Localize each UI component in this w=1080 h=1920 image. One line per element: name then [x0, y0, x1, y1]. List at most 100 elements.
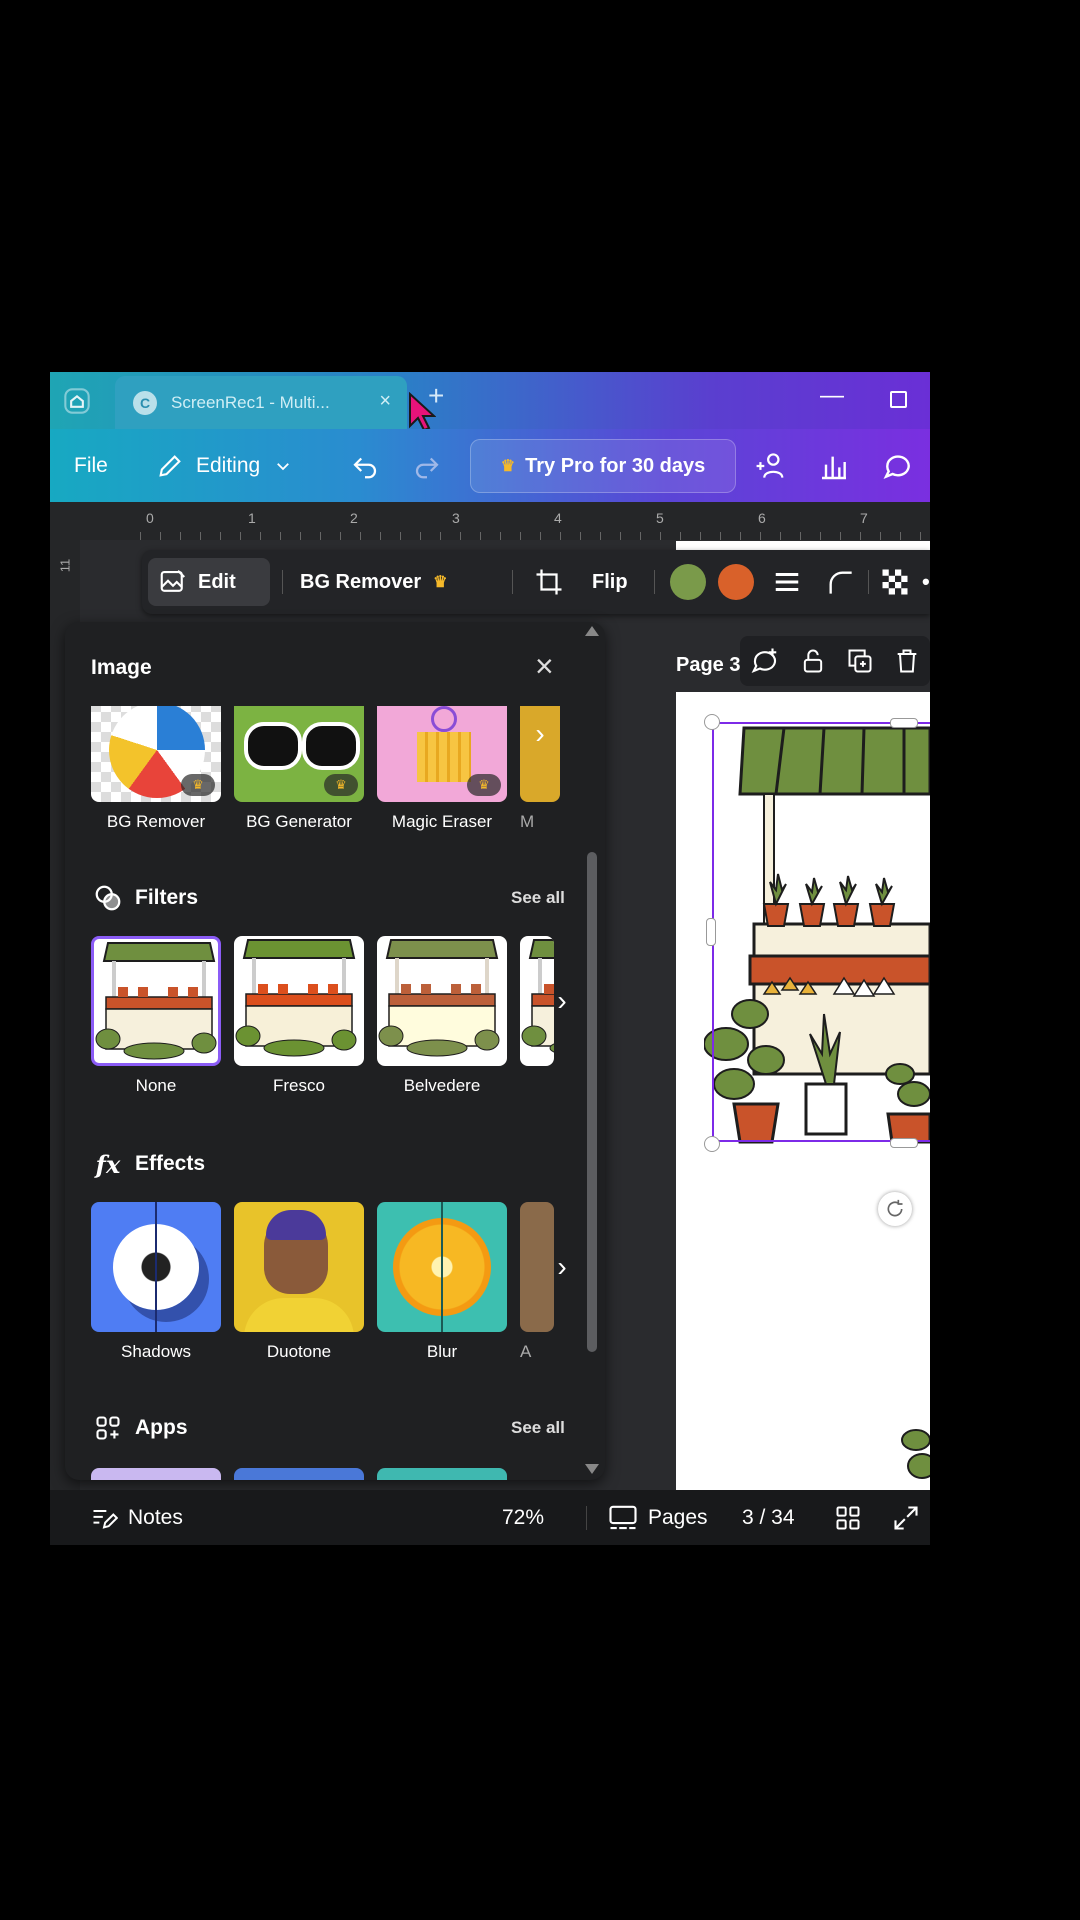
insights-button[interactable]	[818, 429, 850, 502]
people-plus-icon	[756, 452, 784, 478]
edit-image-icon	[160, 569, 186, 592]
editing-menu[interactable]: Editing	[156, 429, 292, 502]
file-menu[interactable]: File	[74, 429, 108, 502]
app-thumb-partial[interactable]	[377, 1468, 507, 1480]
effect-label: A	[520, 1342, 532, 1361]
corner-radius-icon	[829, 571, 852, 594]
more-options-button[interactable]: •	[922, 550, 930, 614]
filter-belvedere[interactable]	[377, 936, 507, 1066]
grid-view-button[interactable]	[834, 1490, 862, 1545]
edit-image-button[interactable]: Edit	[158, 550, 236, 614]
effects-next-arrow[interactable]: ›	[549, 1247, 575, 1287]
crown-icon: ♛	[500, 458, 516, 475]
rotate-handle[interactable]	[878, 1192, 912, 1226]
crop-button[interactable]	[534, 550, 564, 614]
ruler-mark: 4	[554, 510, 562, 526]
scroll-up-arrow[interactable]	[585, 626, 599, 636]
app-thumb-partial[interactable]	[91, 1468, 221, 1480]
redo-button[interactable]	[412, 429, 442, 502]
filters-row: › None Fresco Belvedere	[91, 936, 571, 1106]
crop-icon	[536, 569, 562, 595]
notes-button[interactable]: Notes	[90, 1490, 183, 1545]
minimize-button[interactable]: —	[820, 382, 844, 410]
resize-handle[interactable]	[704, 714, 720, 730]
undo-icon	[353, 457, 377, 478]
add-comment-icon[interactable]	[750, 646, 780, 676]
menu-bar: File Editing ♛ Try Pro for 30 days	[50, 429, 930, 502]
flip-button[interactable]: Flip	[592, 550, 628, 614]
comment-icon	[883, 454, 910, 479]
panel-title: Image	[91, 656, 152, 679]
duplicate-page-icon[interactable]	[846, 646, 874, 676]
horizontal-ruler: 0 1 2 3 4 5 6 7	[50, 502, 930, 541]
color-swatch-orange[interactable]	[718, 564, 754, 600]
filters-title: Filters	[135, 886, 199, 909]
transparency-button[interactable]	[880, 550, 910, 614]
effect-shadows[interactable]	[91, 1202, 221, 1332]
ruler-mark: 2	[350, 510, 358, 526]
color-swatch-green[interactable]	[670, 564, 706, 600]
try-pro-button[interactable]: ♛ Try Pro for 30 days	[470, 439, 736, 493]
filters-see-all[interactable]: See all	[511, 888, 565, 908]
share-people-button[interactable]	[754, 429, 790, 502]
bg-remover-tool[interactable]: ♛	[91, 706, 221, 802]
more-icon: •	[922, 569, 930, 594]
corner-rounding-button[interactable]	[826, 550, 854, 614]
tool-label: M	[520, 812, 535, 831]
try-pro-label: Try Pro for 30 days	[525, 454, 706, 477]
ruler-mark: 0	[146, 510, 154, 526]
resize-handle[interactable]	[890, 1138, 918, 1148]
resize-handle[interactable]	[890, 718, 918, 728]
apps-title: Apps	[135, 1416, 188, 1439]
bg-remover-label: BG Remover	[300, 570, 422, 593]
effect-label: Blur	[426, 1342, 458, 1361]
resize-handle[interactable]	[704, 1136, 720, 1152]
border-style-button[interactable]	[772, 550, 802, 614]
browser-tab[interactable]: C ScreenRec1 - Multi... ×	[115, 376, 407, 429]
pages-button[interactable]: Pages	[608, 1490, 708, 1545]
design-page[interactable]	[676, 692, 930, 1492]
tools-thumbs-clip: ♛ ♛ ♛ ›	[91, 706, 571, 802]
magic-eraser-tool[interactable]: ♛	[377, 706, 507, 802]
filter-label: Fresco	[273, 1076, 325, 1095]
trash-icon[interactable]	[893, 646, 921, 676]
fullscreen-button[interactable]	[892, 1490, 920, 1545]
filter-fresco[interactable]	[234, 936, 364, 1066]
pro-crown-badge: ♛	[467, 774, 501, 796]
bg-generator-tool[interactable]: ♛	[234, 706, 364, 802]
transparency-icon	[882, 569, 908, 595]
undo-button[interactable]	[350, 429, 380, 502]
ruler-mark: 3	[452, 510, 460, 526]
panel-scrollbar[interactable]	[587, 852, 597, 1352]
comment-button[interactable]	[882, 429, 914, 502]
chevron-down-icon	[277, 462, 290, 470]
effect-duotone[interactable]	[234, 1202, 364, 1332]
effects-title: Effects	[135, 1152, 206, 1175]
filters-next-arrow[interactable]: ›	[549, 981, 575, 1021]
crown-icon: ♛	[433, 574, 448, 591]
bg-remover-button[interactable]: BG Remover ♛	[300, 550, 448, 614]
tools-next-arrow[interactable]: ›	[527, 714, 553, 754]
effect-blur[interactable]	[377, 1202, 507, 1332]
sunglasses-image	[244, 722, 360, 770]
app-thumb-partial[interactable]	[234, 1468, 364, 1480]
effect-label: Duotone	[266, 1342, 332, 1361]
filter-none[interactable]	[91, 936, 221, 1066]
unlock-icon[interactable]	[799, 646, 827, 676]
notes-label: Notes	[128, 1505, 183, 1529]
apps-see-all[interactable]: See all	[511, 1418, 565, 1438]
selection-box[interactable]	[712, 722, 930, 1142]
pro-crown-badge: ♛	[181, 774, 215, 796]
ruler-mark: 1	[248, 510, 256, 526]
effects-row: › Shadows Duotone Blur A	[91, 1202, 571, 1372]
bottom-divider	[586, 1506, 587, 1530]
zoom-level[interactable]: 72%	[502, 1490, 544, 1545]
tab-close-icon[interactable]: ×	[379, 390, 391, 413]
home-button[interactable]	[58, 382, 96, 420]
title-bar: C ScreenRec1 - Multi... × + —	[50, 372, 930, 432]
maximize-button[interactable]	[890, 391, 907, 408]
scroll-down-arrow[interactable]	[585, 1464, 599, 1474]
filters-icon	[91, 881, 125, 915]
resize-handle[interactable]	[706, 918, 716, 946]
panel-close-icon[interactable]: ×	[535, 648, 554, 685]
